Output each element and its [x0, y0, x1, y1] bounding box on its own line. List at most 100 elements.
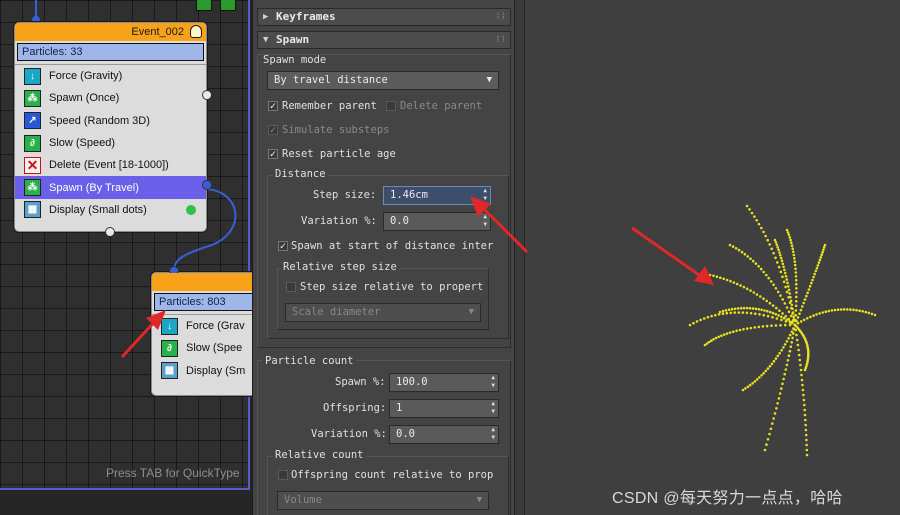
particle-dot [830, 309, 834, 312]
spawn-pct-label: Spawn %: [335, 376, 386, 388]
offspring-relative-checkbox[interactable] [278, 470, 288, 480]
particle-view-canvas[interactable]: Event_002 Particles: 33 ↓ Force (Gravity… [0, 0, 261, 490]
particle-dot [821, 311, 824, 314]
event-node-event-002[interactable]: Event_002 Particles: 33 ↓ Force (Gravity… [14, 22, 212, 237]
particle-dot [803, 298, 807, 301]
event-node-header[interactable] [152, 273, 260, 291]
particle-dot [774, 357, 778, 360]
spinner-arrows-icon[interactable]: ▲ ▼ [483, 213, 487, 229]
variation-spinner[interactable]: 0.0 ▲ ▼ [383, 212, 491, 231]
reset-particle-age-label: Reset particle age [282, 148, 396, 160]
rollout-spawn[interactable]: ▼ Spawn ⁞⁞ [257, 31, 511, 49]
step-relative-checkbox[interactable] [286, 282, 296, 292]
particle-dot [796, 316, 800, 319]
lightbulb-icon[interactable] [190, 25, 202, 38]
relative-count-label: Relative count [273, 449, 366, 461]
particle-dot [822, 248, 825, 251]
operator-display-small-dots[interactable]: ▦ Display (Small dots) [15, 199, 206, 221]
particle-dot [780, 349, 783, 352]
particle-dot [768, 432, 771, 436]
offspring-spinner[interactable]: 1 ▲ ▼ [389, 399, 499, 418]
operator-delete-event[interactable]: ✕ Delete (Event [18-1000]) [15, 154, 206, 176]
spawn-pct-value: 100.0 [396, 376, 428, 388]
operator-display[interactable]: ▦ Display (Sm [152, 360, 260, 382]
operator-force[interactable]: ↓ Force (Grav [152, 315, 260, 337]
operator-spawn-by-travel[interactable]: ⁂ Spawn (By Travel) [15, 176, 206, 199]
count-variation-spinner[interactable]: 0.0 ▲ ▼ [389, 425, 499, 444]
drag-grip-icon[interactable]: ⁞⁞ [495, 9, 506, 25]
spawn-pct-spinner[interactable]: 100.0 ▲ ▼ [389, 373, 499, 392]
particle-dot [818, 312, 821, 315]
particle-dot [714, 336, 718, 340]
particle-dot [790, 330, 794, 334]
spinner-arrows-icon[interactable]: ▲ ▼ [483, 187, 487, 203]
travel-output-port[interactable] [202, 180, 212, 190]
operator-slow[interactable]: ∂ Slow (Spee [152, 337, 260, 359]
event-node-header[interactable]: Event_002 [15, 23, 206, 41]
offspring-label: Offspring: [323, 402, 387, 414]
spinner-arrows-icon[interactable]: ▲ ▼ [491, 426, 495, 442]
particle-dot [790, 341, 793, 344]
scale-diameter-dropdown[interactable]: Scale diameter ▼ [285, 303, 481, 322]
particle-dot [788, 292, 791, 295]
particle-dot [776, 402, 779, 405]
particle-dot [734, 247, 738, 250]
count-variation-value: 0.0 [396, 428, 415, 440]
particle-dot [707, 340, 711, 344]
reset-particle-age-checkbox[interactable]: ✓ [268, 149, 278, 159]
particle-dot [795, 333, 798, 337]
delete-parent-checkbox[interactable] [386, 101, 396, 111]
particle-dot [805, 294, 808, 298]
operator-force-gravity[interactable]: ↓ Force (Gravity) [15, 65, 206, 87]
operator-spawn-once[interactable]: ⁂ Spawn (Once) [15, 87, 206, 109]
particle-dot [753, 215, 756, 218]
operator-label: Force (Gravity) [49, 70, 123, 83]
operator-label: Display (Sm [186, 364, 246, 377]
remember-parent-checkbox[interactable]: ✓ [268, 101, 278, 111]
particle-dot [804, 418, 807, 422]
output-port[interactable] [105, 227, 115, 237]
spinner-arrows-icon[interactable]: ▲ ▼ [491, 400, 495, 416]
step-size-value: 1.46cm [390, 189, 428, 201]
particle-dot [815, 266, 819, 270]
particle-dot [805, 443, 808, 447]
event-node-second[interactable]: Particles: 803 ↓ Force (Grav ∂ Slow (Spe… [151, 266, 261, 396]
particle-dot [754, 312, 757, 316]
particle-dot [767, 276, 770, 280]
step-size-spinner[interactable]: 1.46cm ▲ ▼ [383, 186, 491, 205]
rollout-keyframes[interactable]: ▶ Keyframes ⁞⁞ [257, 8, 511, 26]
particle-dot [785, 340, 789, 343]
particle-dot [794, 267, 797, 271]
particle-dot [768, 310, 772, 314]
operator-speed-random-3d[interactable]: ↗ Speed (Random 3D) [15, 110, 206, 132]
spawn-output-port[interactable] [202, 90, 212, 100]
simulate-substeps-checkbox[interactable]: ✓ [268, 125, 278, 135]
panel-scrollbar[interactable] [514, 0, 524, 515]
particle-dot [783, 323, 787, 327]
particle-dot [738, 328, 742, 332]
drag-grip-icon[interactable]: ⁞⁞ [495, 32, 506, 48]
particle-dot [804, 428, 808, 432]
particle-dot [771, 311, 775, 315]
particle-dot [798, 312, 801, 316]
event-title: Event_002 [131, 26, 184, 38]
particle-dot [783, 343, 787, 346]
particle-dot [746, 385, 750, 389]
spinner-arrows-icon[interactable]: ▲ ▼ [491, 374, 495, 390]
particle-dot [790, 303, 794, 307]
spawn-mode-dropdown[interactable]: By travel distance ▼ [267, 71, 499, 90]
particle-dot [721, 312, 725, 316]
particle-dot [827, 309, 831, 313]
scale-diameter-value: Scale diameter [292, 306, 381, 318]
particle-dot [757, 265, 760, 268]
particle-dot [733, 307, 737, 311]
operator-slow-speed[interactable]: ∂ Slow (Speed) [15, 132, 206, 154]
particle-dot [745, 204, 749, 208]
particle-dot [775, 243, 779, 247]
particle-dot [766, 314, 770, 318]
particle-dot [765, 443, 768, 446]
3d-viewport[interactable] [525, 0, 900, 515]
spawn-at-start-checkbox[interactable]: ✓ [278, 241, 288, 251]
volume-dropdown[interactable]: Volume ▼ [277, 491, 489, 510]
particle-dot [722, 277, 725, 281]
